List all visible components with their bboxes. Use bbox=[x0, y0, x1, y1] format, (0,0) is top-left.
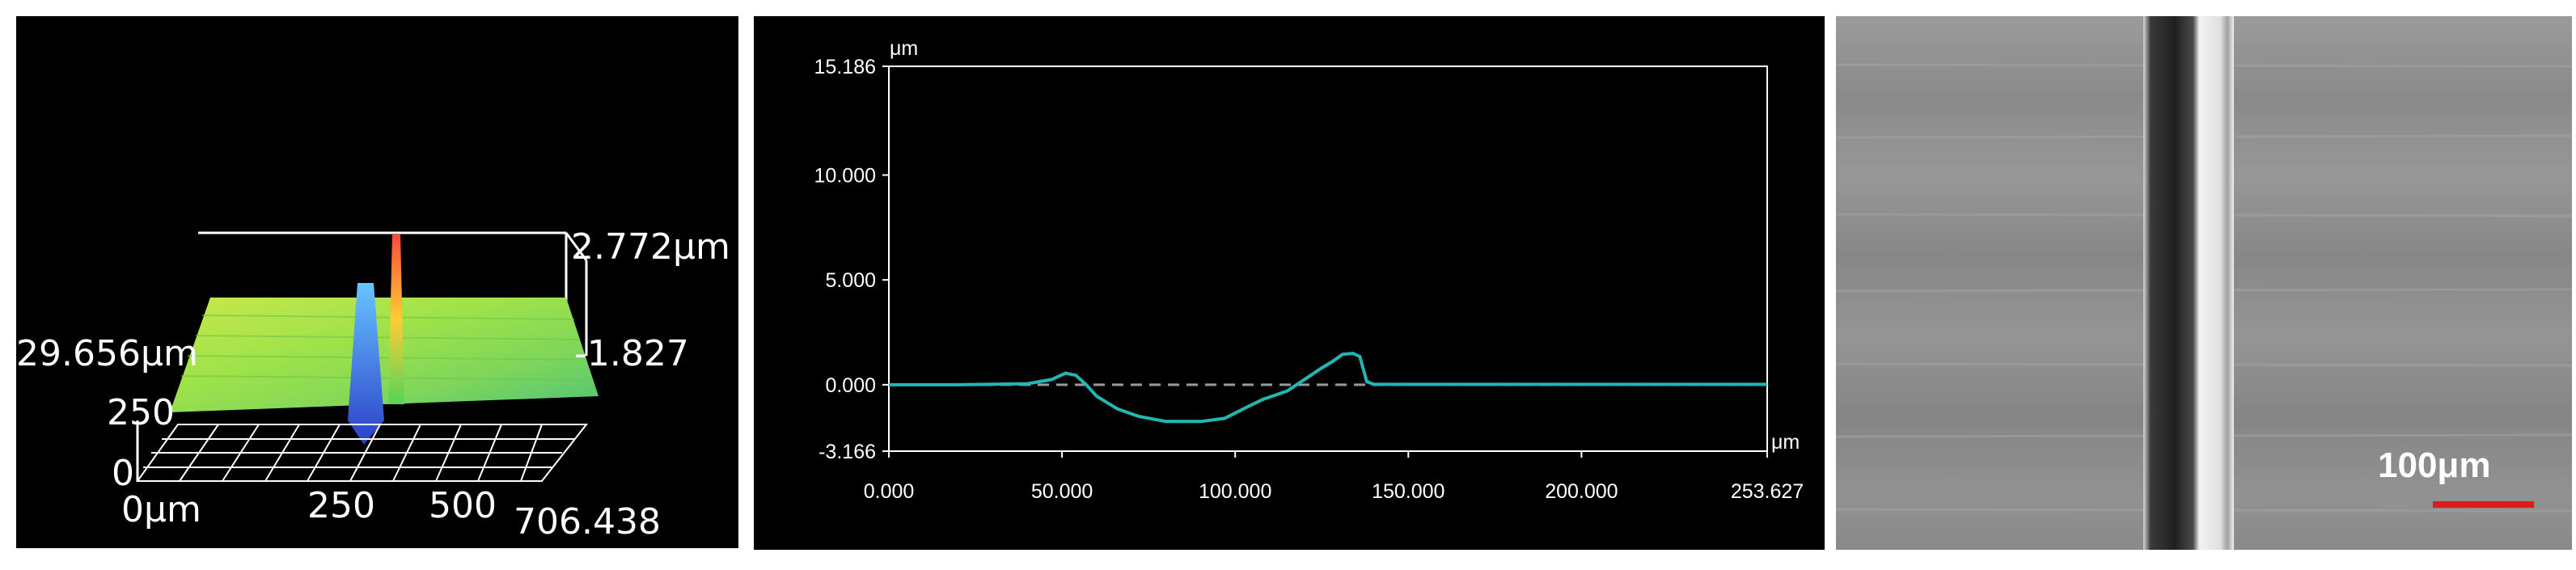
z-min-label: -1.827 bbox=[574, 333, 689, 374]
y-max-label: 29.656μm bbox=[16, 333, 198, 374]
y-axis-ticks: 15.186 10.000 5.000 0.000 -3.166 bbox=[814, 56, 889, 463]
x-tick-label: 150.000 bbox=[1372, 480, 1445, 503]
x-max-label: 706.438 bbox=[514, 501, 661, 543]
x-axis-ticks: 0.000 50.000 100.000 150.000 200.000 253.627 bbox=[864, 451, 1804, 503]
z-max-label: 2.772μm bbox=[571, 226, 730, 268]
y-unit-label: μm bbox=[890, 37, 918, 60]
y-tick-label: 10.000 bbox=[814, 165, 876, 188]
x-tick-label: 200.000 bbox=[1545, 480, 1618, 503]
y-mid-label: 250 bbox=[107, 392, 175, 433]
y-tick-label: 5.000 bbox=[825, 269, 876, 292]
surface-3d-svg: 2.772μm -1.827 29.656μm 250 0 0μm 250 50… bbox=[16, 226, 730, 543]
profile-chart-panel: μm μm 15.186 10.000 5.000 0.000 -3.166 0.000… bbox=[754, 16, 1825, 550]
y-tick-label: -3.166 bbox=[818, 441, 876, 463]
scale-bar-label: 100μm bbox=[2378, 445, 2490, 485]
micrograph-panel: 100μm bbox=[1836, 16, 2572, 550]
x-tick-label: 0.000 bbox=[864, 480, 915, 503]
x-tick-label: 253.627 bbox=[1731, 480, 1804, 503]
x-zero-label: 0μm bbox=[121, 489, 201, 530]
micrograph-image: 100μm bbox=[1836, 16, 2572, 550]
ridge-feature bbox=[388, 234, 404, 404]
profile-line bbox=[889, 351, 1767, 424]
x-tick-label: 100.000 bbox=[1199, 480, 1271, 503]
y-zero-label: 0 bbox=[112, 453, 134, 494]
x-500-label: 500 bbox=[429, 485, 497, 526]
scale-bar bbox=[2433, 501, 2534, 508]
x-tick-label: 50.000 bbox=[1031, 480, 1093, 503]
profile-chart-svg: μm μm 15.186 10.000 5.000 0.000 -3.166 0.000… bbox=[814, 37, 1804, 503]
x-unit-label: μm bbox=[1771, 431, 1800, 454]
surface-mesh bbox=[170, 298, 599, 412]
surface-3d-panel: 2.772μm -1.827 29.656μm 250 0 0μm 250 50… bbox=[16, 16, 738, 548]
y-tick-label: 15.186 bbox=[814, 56, 876, 78]
y-tick-label: 0.000 bbox=[825, 374, 876, 397]
x-250-label: 250 bbox=[307, 485, 375, 526]
plot-frame bbox=[888, 65, 1768, 452]
scratch-trench bbox=[2143, 16, 2234, 550]
